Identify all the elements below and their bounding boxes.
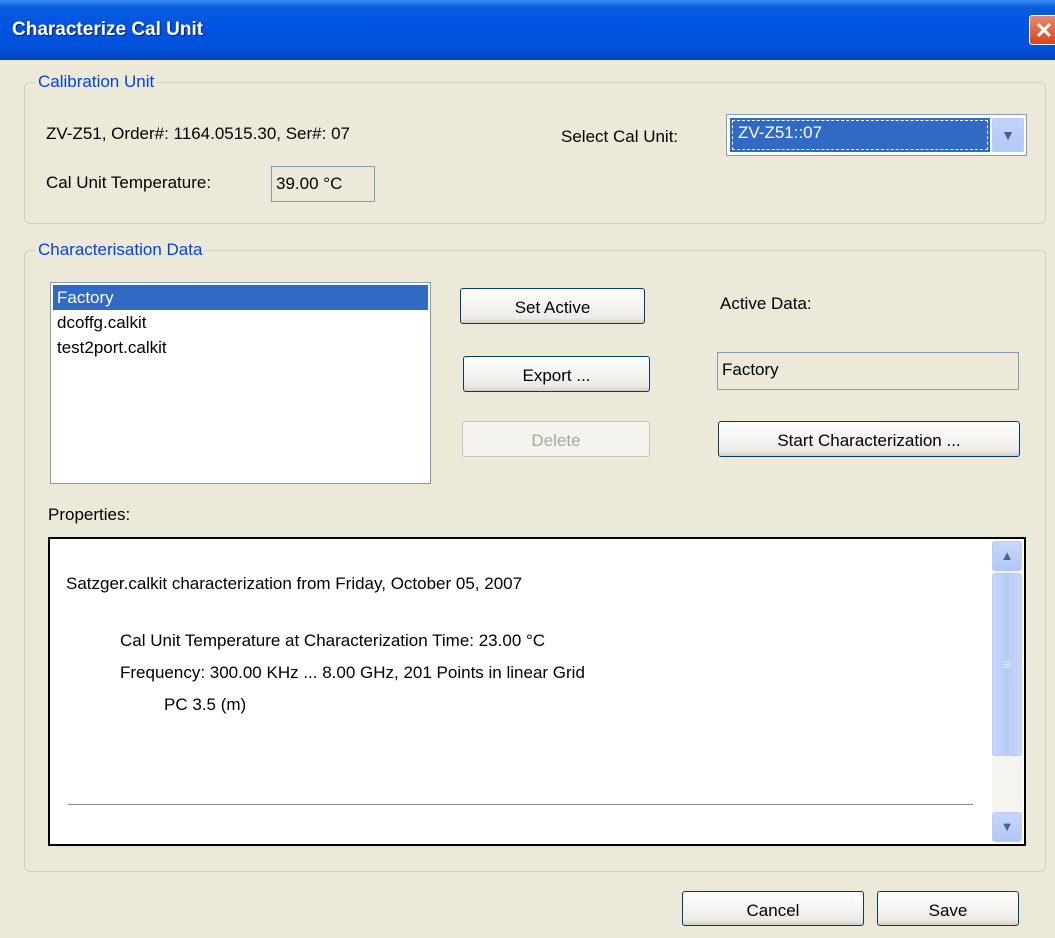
properties-frequency: Frequency: 300.00 KHz ... 8.00 GHz, 201 … bbox=[120, 663, 585, 682]
cancel-button[interactable]: Cancel bbox=[682, 891, 864, 926]
cal-unit-temperature-label: Cal Unit Temperature: bbox=[46, 173, 212, 192]
list-item[interactable]: Factory bbox=[53, 285, 428, 310]
active-data-field: Factory bbox=[717, 352, 1019, 390]
delete-button[interactable]: Delete bbox=[462, 421, 650, 457]
set-active-button[interactable]: Set Active bbox=[460, 288, 645, 324]
characterisation-list[interactable]: Factory dcoffg.calkit test2port.calkit bbox=[50, 282, 431, 484]
properties-connector: PC 3.5 (m) bbox=[164, 695, 247, 714]
list-item[interactable]: test2port.calkit bbox=[53, 335, 428, 360]
properties-separator bbox=[68, 804, 973, 805]
select-cal-unit-value: ZV-Z51::07 bbox=[730, 118, 990, 152]
properties-label: Properties: bbox=[48, 505, 131, 524]
cal-unit-temperature-field: 39.00 °C bbox=[271, 166, 375, 202]
close-button[interactable]: ✕ bbox=[1029, 15, 1055, 45]
properties-temperature: Cal Unit Temperature at Characterization… bbox=[120, 631, 546, 650]
properties-scrollbar[interactable]: ▲ ≡ ▼ bbox=[992, 541, 1022, 842]
list-item[interactable]: dcoffg.calkit bbox=[53, 310, 428, 335]
start-characterization-button[interactable]: Start Characterization ... bbox=[718, 421, 1020, 457]
cal-unit-info: ZV-Z51, Order#: 1164.0515.30, Ser#: 07 bbox=[46, 124, 350, 143]
scrollbar-thumb[interactable]: ≡ bbox=[992, 573, 1022, 756]
calibration-unit-legend: Calibration Unit bbox=[38, 72, 155, 91]
close-icon: ✕ bbox=[1034, 18, 1054, 43]
chevron-down-icon[interactable]: ▼ bbox=[992, 812, 1022, 842]
characterisation-data-legend: Characterisation Data bbox=[38, 240, 203, 259]
window-title: Characterize Cal Unit bbox=[12, 19, 204, 40]
chevron-up-icon[interactable]: ▲ bbox=[992, 541, 1022, 571]
chevron-down-icon[interactable]: ▼ bbox=[992, 118, 1024, 152]
properties-box[interactable]: Satzger.calkit characterization from Fri… bbox=[48, 537, 1026, 846]
select-cal-unit-label: Select Cal Unit: bbox=[561, 127, 679, 146]
export-button[interactable]: Export ... bbox=[463, 356, 650, 392]
properties-title: Satzger.calkit characterization from Fri… bbox=[66, 574, 523, 593]
save-button[interactable]: Save bbox=[877, 891, 1019, 926]
dialog-body: Calibration Unit ZV-Z51, Order#: 1164.05… bbox=[0, 60, 1055, 938]
grip-icon: ≡ bbox=[1002, 656, 1012, 672]
title-bar[interactable]: Characterize Cal Unit ✕ bbox=[0, 0, 1055, 60]
select-cal-unit-dropdown[interactable]: ZV-Z51::07 ▼ bbox=[726, 114, 1027, 156]
active-data-label: Active Data: bbox=[720, 294, 812, 313]
